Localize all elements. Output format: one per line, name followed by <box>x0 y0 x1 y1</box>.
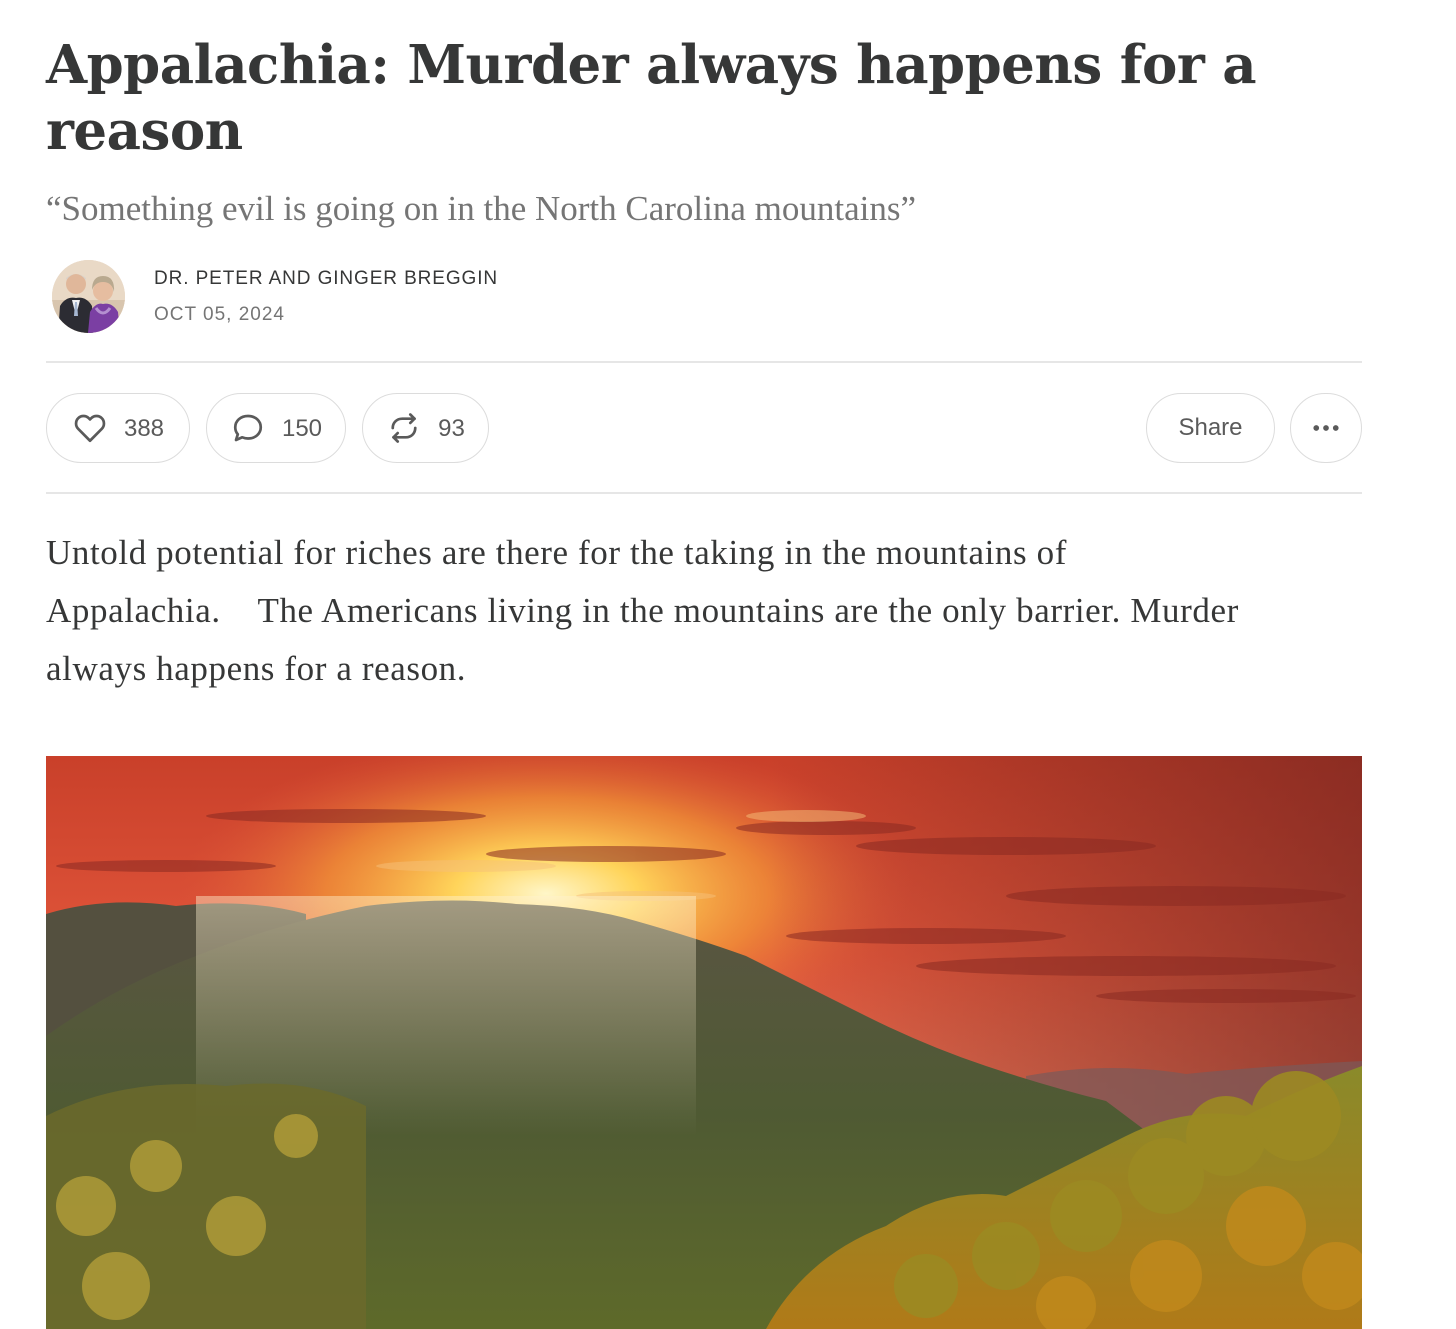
share-button[interactable]: Share <box>1146 393 1275 463</box>
post-subtitle: “Something evil is going on in the North… <box>46 189 917 228</box>
comment-bubble-icon <box>233 414 263 442</box>
comment-button[interactable]: 150 <box>206 393 346 463</box>
like-button[interactable]: 388 <box>46 393 190 463</box>
restack-count: 93 <box>438 414 465 442</box>
share-label: Share <box>1178 414 1243 441</box>
restack-arrows-icon <box>391 413 417 443</box>
divider-top <box>46 361 1362 363</box>
ellipsis-icon <box>1313 425 1339 431</box>
more-options-button[interactable] <box>1290 393 1362 463</box>
post-date: OCT 05, 2024 <box>154 304 286 325</box>
avatar-photo <box>52 260 125 333</box>
author-name[interactable]: DR. PETER AND GINGER BREGGIN <box>154 268 498 290</box>
mountain-sunset-image <box>46 756 1362 1329</box>
hero-image[interactable] <box>46 756 1362 1329</box>
restack-button[interactable]: 93 <box>362 393 489 463</box>
comment-count: 150 <box>281 414 323 442</box>
divider-bottom <box>46 492 1362 494</box>
heart-icon <box>74 414 106 443</box>
post-body-paragraph: Untold potential for riches are there fo… <box>46 533 1239 688</box>
author-avatar[interactable] <box>52 260 125 333</box>
like-count: 388 <box>123 414 165 442</box>
post-title: Appalachia: Murder always happens for a … <box>46 34 1257 162</box>
